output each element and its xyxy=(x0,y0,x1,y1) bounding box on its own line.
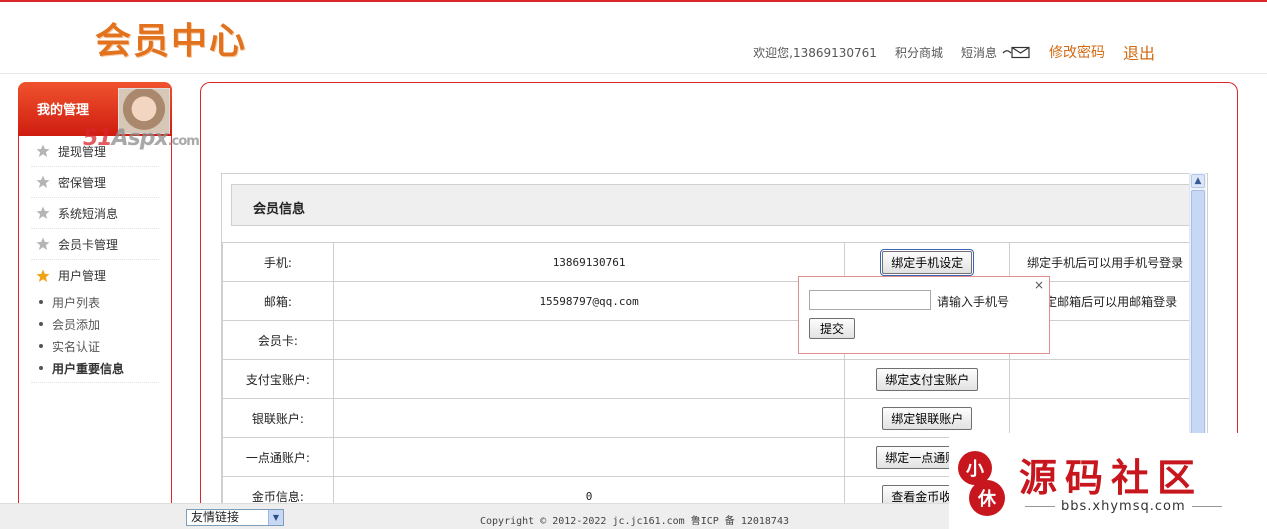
submenu-item-add-member[interactable]: 会员添加 xyxy=(39,313,159,335)
row-label: 邮箱: xyxy=(222,281,334,321)
sidebar-item-label: 密保管理 xyxy=(58,175,107,190)
row-action: 绑定银联账户 xyxy=(844,398,1011,438)
section-title: 会员信息 xyxy=(253,202,306,217)
row-label: 一点通账户: xyxy=(222,437,334,477)
row-value xyxy=(332,398,846,438)
row-label: 银联账户: xyxy=(222,398,334,438)
messages-label: 短消息 xyxy=(960,45,997,60)
svg-text:休: 休 xyxy=(977,488,997,510)
bullet-icon xyxy=(39,344,43,348)
brand-url: bbs.xhymsq.com xyxy=(1019,499,1228,514)
logout-link[interactable]: 退出 xyxy=(1123,40,1155,64)
row-note xyxy=(1009,359,1201,399)
change-password-link[interactable]: 修改密码 xyxy=(1049,42,1105,62)
svg-text:小: 小 xyxy=(966,459,984,480)
bind-phone-button[interactable]: 绑定手机设定 xyxy=(880,248,975,276)
user-submenu: 用户列表 会员添加 实名认证 用户重要信息 xyxy=(31,291,159,383)
submenu-label: 实名认证 xyxy=(52,339,101,354)
chevron-down-icon: ▼ xyxy=(268,510,283,525)
sidebar-item-member-card[interactable]: 会员卡管理 xyxy=(31,229,159,260)
section-header: 会员信息 xyxy=(231,184,1190,226)
sidebar-item-label: 会员卡管理 xyxy=(58,237,119,252)
row-label: 手机: xyxy=(222,242,334,282)
table-row: 支付宝账户: 绑定支付宝账户 xyxy=(222,359,1201,399)
row-note xyxy=(1009,398,1201,438)
messages-link[interactable]: 短消息 xyxy=(961,44,1031,61)
submenu-label: 用户列表 xyxy=(52,295,101,310)
table-row: 手机: 13869130761 绑定手机设定 绑定手机后可以用手机号登录 xyxy=(222,242,1201,282)
star-icon xyxy=(36,206,50,220)
bullet-icon xyxy=(39,300,43,304)
phone-input-hint: 请输入手机号 xyxy=(937,295,1010,309)
submenu-item-user-list[interactable]: 用户列表 xyxy=(39,291,159,313)
scroll-up-icon[interactable]: ▲ xyxy=(1191,174,1205,188)
sidebar-item-system-messages[interactable]: 系统短消息 xyxy=(31,198,159,229)
sidebar-item-label: 系统短消息 xyxy=(58,206,119,221)
select-value: 友情链接 xyxy=(191,510,240,524)
submenu-item-real-name[interactable]: 实名认证 xyxy=(39,335,159,357)
sidebar-title: 我的管理 xyxy=(37,103,90,118)
row-label: 会员卡: xyxy=(222,320,334,360)
bullet-icon xyxy=(39,366,43,370)
brand-watermark: 小 休 源码社区 bbs.xhymsq.com xyxy=(949,433,1267,529)
row-value: 13869130761 xyxy=(332,242,846,282)
phone-binding-popup: × 请输入手机号 提交 xyxy=(798,276,1050,354)
submit-button[interactable]: 提交 xyxy=(809,318,856,339)
bind-alipay-button[interactable]: 绑定支付宝账户 xyxy=(876,367,979,391)
row-label: 支付宝账户: xyxy=(222,359,334,399)
watermark-logo: 51Aspx.com xyxy=(83,126,200,151)
row-value: 15598797@qq.com xyxy=(332,281,846,321)
star-icon xyxy=(36,144,50,158)
phone-input[interactable] xyxy=(809,290,931,310)
table-row: 邮箱: 15598797@qq.com 绑定邮箱后可以用邮箱登录 xyxy=(222,281,1201,321)
submenu-item-important-info[interactable]: 用户重要信息 xyxy=(39,357,159,379)
brand-mark-logo: 小 休 xyxy=(955,446,1007,520)
brand-name: 源码社区 xyxy=(1019,455,1204,500)
bind-unionpay-button[interactable]: 绑定银联账户 xyxy=(882,406,973,430)
row-value xyxy=(332,320,846,360)
submenu-label: 会员添加 xyxy=(52,317,101,332)
welcome-text: 欢迎您,13869130761 xyxy=(753,45,877,60)
sidebar-item-label: 用户管理 xyxy=(58,269,107,283)
table-row: 会员卡: xyxy=(222,320,1201,360)
site-logo: 会员中心 xyxy=(95,20,248,62)
points-mall-link[interactable]: 积分商城 xyxy=(895,44,943,61)
star-icon xyxy=(36,237,50,251)
sidebar-menu: 提现管理 密保管理 系统短消息 会员卡管理 用户管理 用户列表 会员添加 实名认… xyxy=(31,136,159,383)
row-action: 绑定支付宝账户 xyxy=(844,359,1011,399)
star-icon-active xyxy=(36,269,50,283)
row-value xyxy=(332,437,846,477)
close-icon[interactable]: × xyxy=(1034,278,1044,292)
page-header: 会员中心 欢迎您,13869130761 积分商城 短消息 修改密码 退出 xyxy=(0,2,1267,74)
table-row: 银联账户: 绑定银联账户 xyxy=(222,398,1201,438)
row-value xyxy=(332,359,846,399)
star-icon xyxy=(36,175,50,189)
copyright-text: Copyright © 2012-2022 jc.jc161.com 鲁ICP … xyxy=(480,516,789,527)
friend-links-select[interactable]: 友情链接 ▼ xyxy=(186,509,284,526)
top-nav: 欢迎您,13869130761 积分商城 短消息 修改密码 退出 xyxy=(753,40,1155,64)
sidebar-item-security[interactable]: 密保管理 xyxy=(31,167,159,198)
bullet-icon xyxy=(39,322,43,326)
submenu-label: 用户重要信息 xyxy=(52,361,125,376)
sidebar-item-user-management[interactable]: 用户管理 xyxy=(31,260,159,291)
envelope-icon xyxy=(1001,46,1031,59)
